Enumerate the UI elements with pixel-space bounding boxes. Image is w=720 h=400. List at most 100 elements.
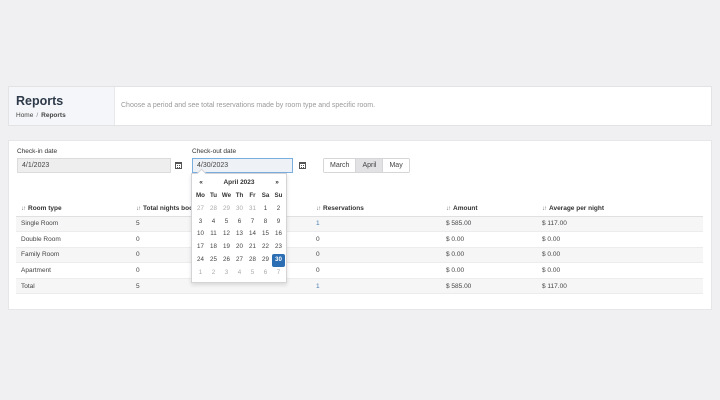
cell-amount: $ 585.00 [441, 216, 537, 233]
datepicker-day[interactable]: 14 [246, 228, 259, 241]
table-row-total: Total 5 1 $ 585.00 $ 117.00 [16, 278, 703, 295]
page-description: Choose a period and see total reservatio… [121, 102, 376, 109]
page-header: Reports Home / Reports Choose a period and… [8, 86, 712, 126]
datepicker-day[interactable]: 21 [246, 241, 259, 254]
cell-amount: $ 0.00 [441, 247, 537, 264]
month-button-march[interactable]: March [324, 159, 357, 172]
cell-reservations: 0 [311, 262, 441, 279]
datepicker-day[interactable]: 13 [233, 228, 246, 241]
datepicker-day[interactable]: 19 [220, 241, 233, 254]
month-button-may[interactable]: May [383, 159, 409, 172]
month-selector: March April May [323, 158, 410, 173]
datepicker-day[interactable]: 26 [220, 254, 233, 267]
checkout-input[interactable]: 4/30/2023 [192, 158, 293, 173]
cell-room-type: Double Room [16, 231, 131, 248]
breadcrumb-home[interactable]: Home [16, 112, 33, 119]
datepicker-day[interactable]: 5 [220, 216, 233, 229]
column-header-reservations[interactable]: ↓↑ Reservations [311, 201, 441, 217]
month-button-april[interactable]: April [356, 159, 384, 172]
datepicker-day[interactable]: 20 [233, 241, 246, 254]
checkout-calendar-button[interactable] [295, 158, 309, 173]
datepicker-day[interactable]: 6 [259, 267, 272, 280]
datepicker-day[interactable]: 10 [194, 228, 207, 241]
column-header-average-per-night[interactable]: ↓↑ Average per night [537, 201, 703, 217]
datepicker-day[interactable]: 27 [194, 203, 207, 216]
datepicker-day[interactable]: 1 [194, 267, 207, 280]
cell-room-type: Total [16, 278, 131, 295]
report-panel: Check-in date 4/1/2023 Check-out date 4/… [8, 140, 712, 310]
datepicker-day[interactable]: 4 [207, 216, 220, 229]
datepicker-grid: Mo Tu We Th Fr Sa Su 27 28 29 30 31 1 2 3 4 5 6 7 8 9 10 11 12 1… [194, 190, 286, 280]
column-header-amount[interactable]: ↓↑ Amount [441, 201, 537, 217]
cell-reservations-link[interactable]: 1 [311, 216, 441, 233]
column-header-room-type[interactable]: ↓↑ Room type [16, 201, 131, 217]
datepicker-popup: « April 2023 » Mo Tu We Th Fr Sa Su 27 28 29 30 31 1… [191, 173, 287, 283]
datepicker-day[interactable]: 18 [207, 241, 220, 254]
datepicker-day[interactable]: 28 [246, 254, 259, 267]
datepicker-prev-button[interactable]: « [192, 179, 210, 186]
cell-reservations: 0 [311, 231, 441, 248]
header-title-panel: Reports Home / Reports [9, 87, 115, 125]
datepicker-next-button[interactable]: » [268, 179, 286, 186]
cell-reservations-link[interactable]: 1 [311, 278, 441, 295]
column-header-label: Reservations [323, 204, 364, 212]
datepicker-day[interactable]: 31 [246, 203, 259, 216]
cell-room-type: Family Room [16, 247, 131, 264]
datepicker-day[interactable]: 27 [233, 254, 246, 267]
cell-average: $ 0.00 [537, 247, 703, 264]
cell-amount: $ 0.00 [441, 231, 537, 248]
weekday-label: Th [235, 192, 244, 199]
column-header-label: Room type [28, 204, 62, 212]
datepicker-day[interactable]: 6 [233, 216, 246, 229]
datepicker-day[interactable]: 4 [233, 267, 246, 280]
sort-icon: ↓↑ [21, 205, 26, 212]
datepicker-day[interactable]: 2 [272, 203, 285, 216]
datepicker-day[interactable]: 28 [207, 203, 220, 216]
sort-icon: ↓↑ [542, 205, 547, 212]
table-row: Apartment 0 0 $ 0.00 $ 0.00 [16, 262, 703, 279]
table-header-row: ↓↑ Room type ↓↑ Total nights booked ↓↑ Rese… [16, 201, 703, 217]
datepicker-day-selected[interactable]: 30 [272, 253, 285, 267]
cell-amount: $ 585.00 [441, 278, 537, 295]
datepicker-day[interactable]: 15 [259, 228, 272, 241]
weekday-label: Su [274, 192, 283, 199]
report-table: ↓↑ Room type ↓↑ Total nights booked ↓↑ Rese… [16, 201, 703, 295]
datepicker-day[interactable]: 7 [272, 267, 285, 280]
datepicker-day[interactable]: 29 [220, 203, 233, 216]
sort-icon: ↓↑ [446, 205, 451, 212]
datepicker-day[interactable]: 22 [259, 241, 272, 254]
datepicker-day[interactable]: 11 [207, 228, 220, 241]
table-row: Double Room 0 0 $ 0.00 $ 0.00 [16, 231, 703, 248]
datepicker-day[interactable]: 25 [207, 254, 220, 267]
weekday-label: Sa [261, 192, 270, 199]
cell-room-type: Single Room [16, 216, 131, 233]
datepicker-day[interactable]: 2 [207, 267, 220, 280]
datepicker-day[interactable]: 24 [194, 254, 207, 267]
datepicker-day[interactable]: 30 [233, 203, 246, 216]
weekday-label: Fr [249, 192, 256, 199]
datepicker-day[interactable]: 8 [259, 216, 272, 229]
datepicker-day[interactable]: 3 [220, 267, 233, 280]
datepicker-day[interactable]: 9 [272, 216, 285, 229]
page-title: Reports [16, 94, 64, 108]
datepicker-day[interactable]: 3 [194, 216, 207, 229]
table-row: Family Room 0 0 $ 0.00 $ 0.00 [16, 247, 703, 264]
weekday-label: Mo [196, 192, 205, 199]
datepicker-day[interactable]: 23 [272, 241, 285, 254]
weekday-label: We [221, 192, 232, 199]
calendar-icon [298, 162, 306, 169]
datepicker-day[interactable]: 16 [272, 228, 285, 241]
checkin-calendar-button[interactable] [171, 158, 185, 173]
datepicker-day[interactable]: 29 [259, 254, 272, 267]
checkin-label: Check-in date [17, 148, 58, 155]
datepicker-day[interactable]: 1 [259, 203, 272, 216]
checkin-input[interactable]: 4/1/2023 [17, 158, 171, 173]
table-row: Single Room 5 1 $ 585.00 $ 117.00 [16, 216, 703, 233]
datepicker-day[interactable]: 12 [220, 228, 233, 241]
column-header-label: Average per night [549, 204, 605, 212]
datepicker-day[interactable]: 17 [194, 241, 207, 254]
datepicker-day[interactable]: 7 [246, 216, 259, 229]
datepicker-day[interactable]: 5 [246, 267, 259, 280]
sort-icon: ↓↑ [136, 205, 141, 212]
datepicker-month-title[interactable]: April 2023 [210, 179, 268, 186]
